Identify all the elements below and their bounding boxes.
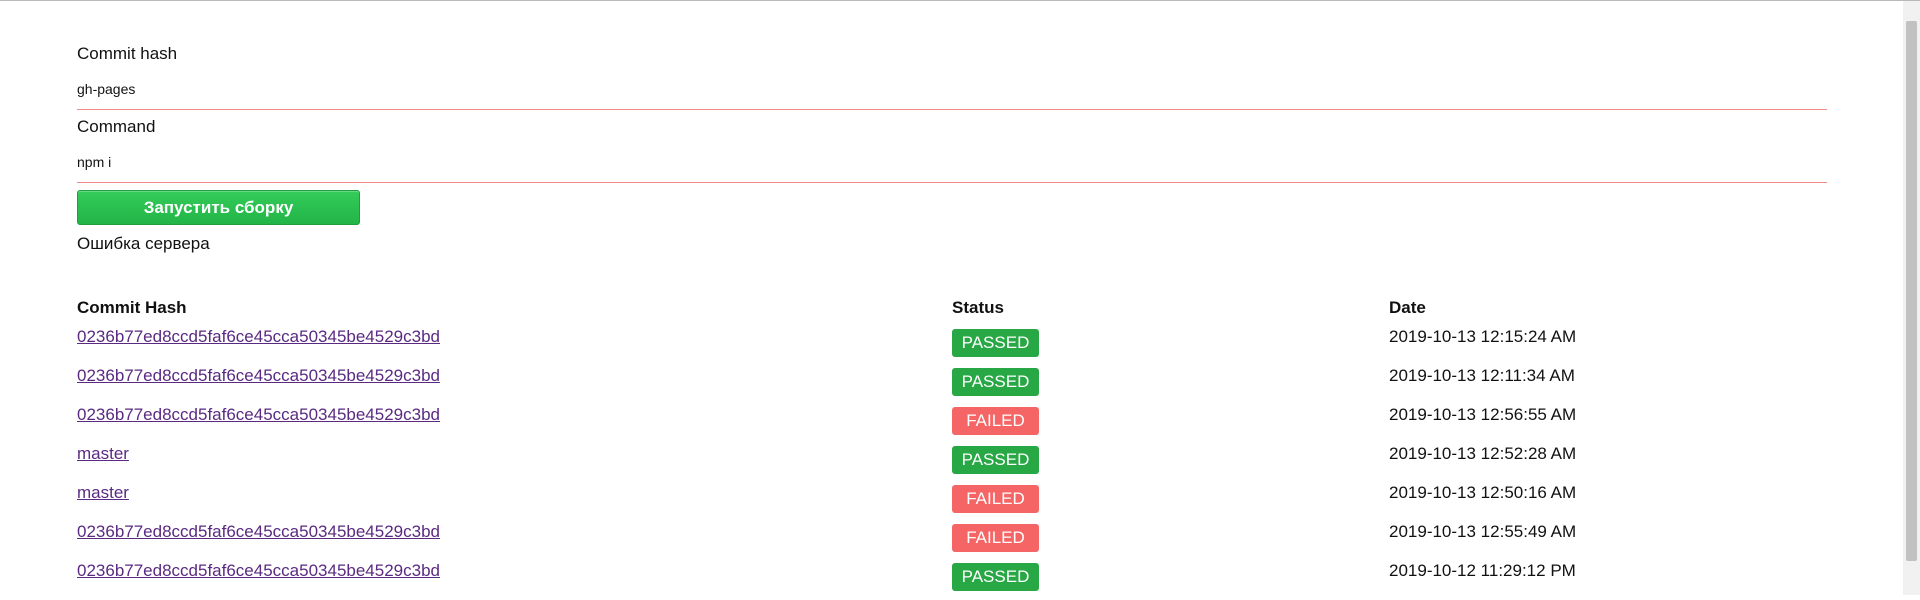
status-badge: FAILED bbox=[952, 485, 1039, 513]
status-badge: PASSED bbox=[952, 368, 1039, 396]
table-row: 0236b77ed8ccd5faf6ce45cca50345be4529c3bd… bbox=[77, 327, 1827, 366]
table-row: 0236b77ed8ccd5faf6ce45cca50345be4529c3bd… bbox=[77, 522, 1827, 561]
build-date: 2019-10-13 12:55:49 AM bbox=[1389, 522, 1577, 541]
command-input[interactable] bbox=[77, 154, 1827, 183]
status-badge: PASSED bbox=[952, 329, 1039, 357]
column-header-status: Status bbox=[952, 298, 1004, 317]
commit-hash-input[interactable] bbox=[77, 81, 1827, 110]
run-build-button[interactable]: Запустить сборку bbox=[77, 190, 360, 225]
build-date: 2019-10-13 12:11:34 AM bbox=[1389, 366, 1575, 385]
commit-hash-link[interactable]: master bbox=[77, 444, 129, 463]
table-row: master PASSED 2019-10-13 12:52:28 AM bbox=[77, 444, 1827, 483]
table-header-row: Commit Hash Status Date bbox=[77, 298, 1827, 327]
commit-hash-link[interactable]: 0236b77ed8ccd5faf6ce45cca50345be4529c3bd bbox=[77, 561, 440, 580]
table-row: 0236b77ed8ccd5faf6ce45cca50345be4529c3bd… bbox=[77, 366, 1827, 405]
builds-table: Commit Hash Status Date 0236b77ed8ccd5fa… bbox=[77, 298, 1827, 600]
column-header-date: Date bbox=[1389, 298, 1426, 317]
table-row: master FAILED 2019-10-13 12:50:16 AM bbox=[77, 483, 1827, 522]
scrollbar-thumb[interactable] bbox=[1906, 21, 1917, 561]
column-header-hash: Commit Hash bbox=[77, 298, 187, 317]
table-row: 0236b77ed8ccd5faf6ce45cca50345be4529c3bd… bbox=[77, 561, 1827, 600]
commit-hash-link[interactable]: 0236b77ed8ccd5faf6ce45cca50345be4529c3bd bbox=[77, 405, 440, 424]
commit-hash-link[interactable]: master bbox=[77, 483, 129, 502]
commit-hash-link[interactable]: 0236b77ed8ccd5faf6ce45cca50345be4529c3bd bbox=[77, 366, 440, 385]
build-date: 2019-10-13 12:56:55 AM bbox=[1389, 405, 1577, 424]
status-badge: FAILED bbox=[952, 407, 1039, 435]
commit-hash-link[interactable]: 0236b77ed8ccd5faf6ce45cca50345be4529c3bd bbox=[77, 522, 440, 541]
build-date: 2019-10-13 12:52:28 AM bbox=[1389, 444, 1577, 463]
error-message: Ошибка сервера bbox=[77, 234, 210, 253]
table-row: 0236b77ed8ccd5faf6ce45cca50345be4529c3bd… bbox=[77, 405, 1827, 444]
command-label: Command bbox=[77, 117, 156, 136]
build-date: 2019-10-12 11:29:12 PM bbox=[1389, 561, 1576, 580]
status-badge: PASSED bbox=[952, 446, 1039, 474]
status-badge: FAILED bbox=[952, 524, 1039, 552]
status-badge: PASSED bbox=[952, 563, 1039, 591]
commit-hash-link[interactable]: 0236b77ed8ccd5faf6ce45cca50345be4529c3bd bbox=[77, 327, 440, 346]
build-date: 2019-10-13 12:50:16 AM bbox=[1389, 483, 1577, 502]
window-top-border bbox=[0, 0, 1920, 1]
commit-hash-label: Commit hash bbox=[77, 44, 178, 63]
vertical-scrollbar[interactable] bbox=[1903, 1, 1920, 595]
build-date: 2019-10-13 12:15:24 AM bbox=[1389, 327, 1577, 346]
